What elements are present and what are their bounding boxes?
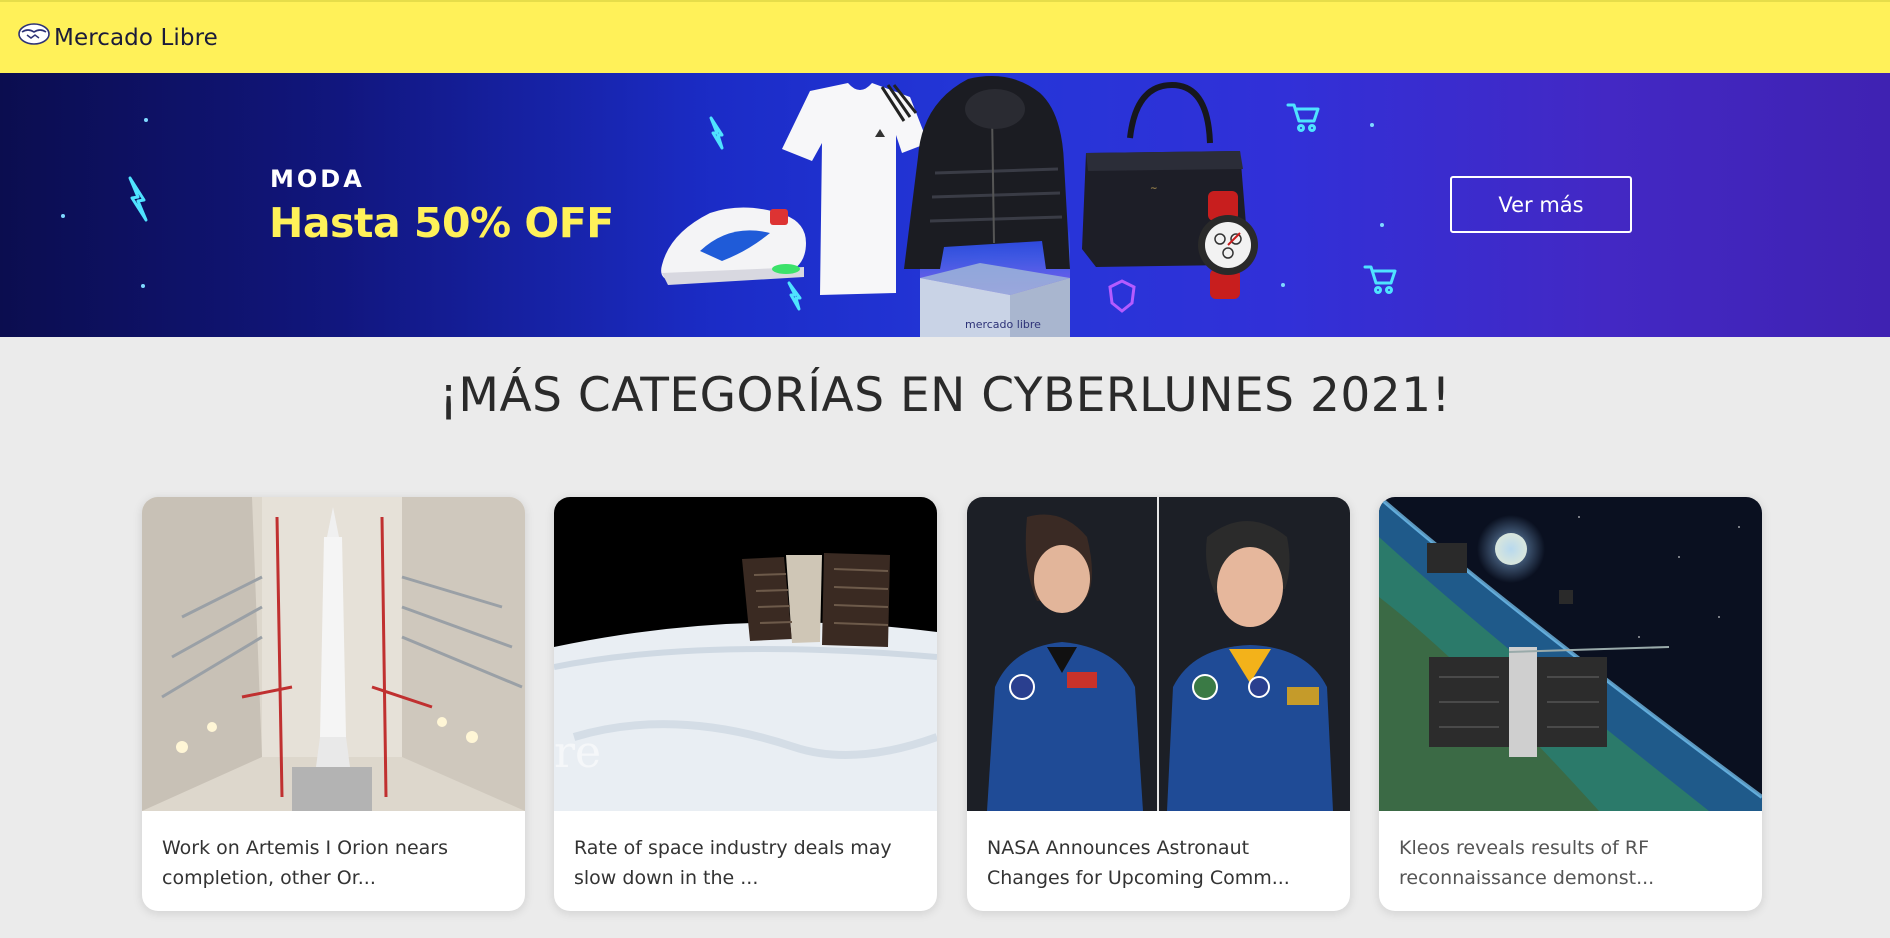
sneaker-image: [661, 207, 806, 285]
shopping-cart-icon: [1286, 103, 1320, 132]
news-card[interactable]: Kleos reveals results of RF reconnaissan…: [1379, 497, 1762, 911]
brand-home-link[interactable]: Mercado Libre: [18, 22, 218, 51]
news-card-title: Rate of space industry deals may slow do…: [574, 837, 892, 889]
svg-text:mercado libre: mercado libre: [965, 318, 1041, 331]
lightning-icon: [709, 116, 724, 150]
satellite-icon: [742, 553, 890, 647]
brand-name: Mercado Libre: [54, 24, 218, 51]
black-puffer-jacket-image: [904, 76, 1070, 269]
news-card-image: re: [554, 497, 937, 811]
news-card-title: Kleos reveals results of RF reconnaissan…: [1399, 837, 1655, 889]
svg-text:re: re: [554, 727, 601, 778]
news-card-image: [142, 497, 525, 811]
shopping-cart-icon: [1363, 265, 1397, 294]
news-card-title: Work on Artemis I Orion nears completion…: [162, 837, 449, 889]
banner-kicker: MODA: [270, 165, 365, 193]
news-card-title: NASA Announces Astronaut Changes for Upc…: [987, 837, 1290, 889]
promo-banner[interactable]: mercado libre ~ MODA Hasta 50% OFF Ver m…: [0, 73, 1890, 337]
lightning-icon: [128, 176, 148, 222]
ver-mas-button[interactable]: Ver más: [1450, 176, 1632, 233]
news-card-image: [1379, 497, 1762, 811]
mercado-libre-handshake-icon: [18, 22, 50, 45]
lightning-icon: [787, 281, 802, 311]
section-title: ¡MÁS CATEGORÍAS EN CYBERLUNES 2021!: [439, 368, 1451, 423]
top-header: Mercado Libre: [0, 0, 1890, 73]
svg-text:~: ~: [1150, 184, 1158, 194]
news-card[interactable]: Work on Artemis I Orion nears completion…: [142, 497, 525, 911]
banner-headline: Hasta 50% OFF: [269, 199, 614, 247]
shield-icon: [1108, 279, 1136, 313]
news-card-image: [967, 497, 1350, 811]
news-card[interactable]: re Rate of space industry deals may slow…: [554, 497, 937, 911]
news-card[interactable]: NASA Announces Astronaut Changes for Upc…: [967, 497, 1350, 911]
